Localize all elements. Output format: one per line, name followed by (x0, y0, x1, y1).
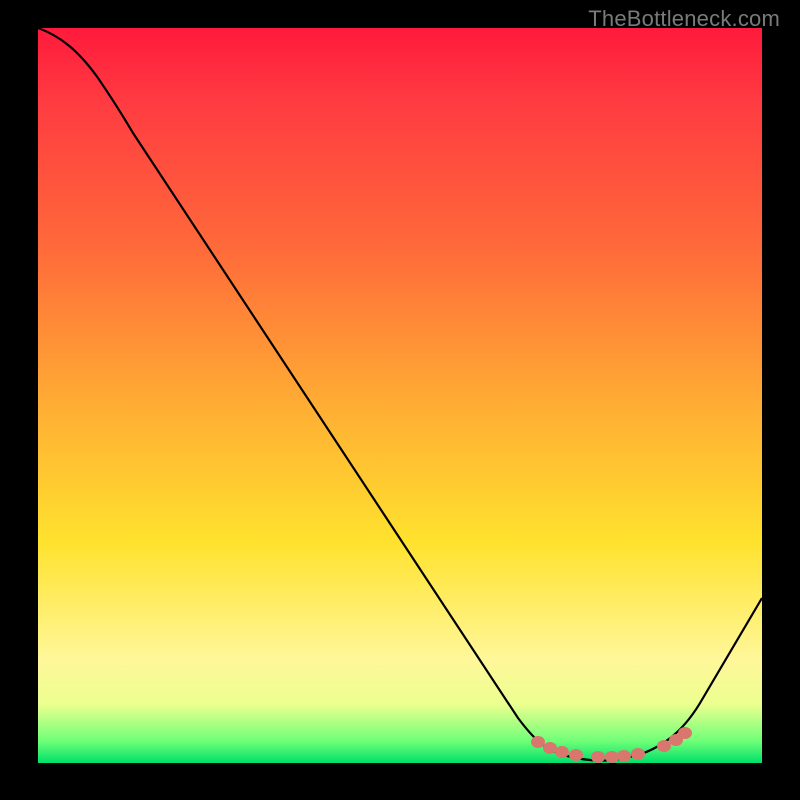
bottleneck-dot (531, 736, 545, 748)
bottleneck-dot (631, 748, 645, 760)
bottleneck-dot (555, 746, 569, 758)
bottleneck-dot (678, 727, 692, 739)
curve-line (38, 28, 762, 761)
chart-svg (38, 28, 762, 763)
bottleneck-dot (569, 749, 583, 761)
bottleneck-dot (617, 750, 631, 762)
chart-plot-area (38, 28, 762, 763)
bottleneck-dot (591, 751, 605, 763)
chart-frame: TheBottleneck.com (0, 0, 800, 800)
bottleneck-dot (657, 740, 671, 752)
bottleneck-dots-group (531, 727, 692, 763)
bottleneck-dot (605, 751, 619, 763)
bottleneck-dot (543, 742, 557, 754)
